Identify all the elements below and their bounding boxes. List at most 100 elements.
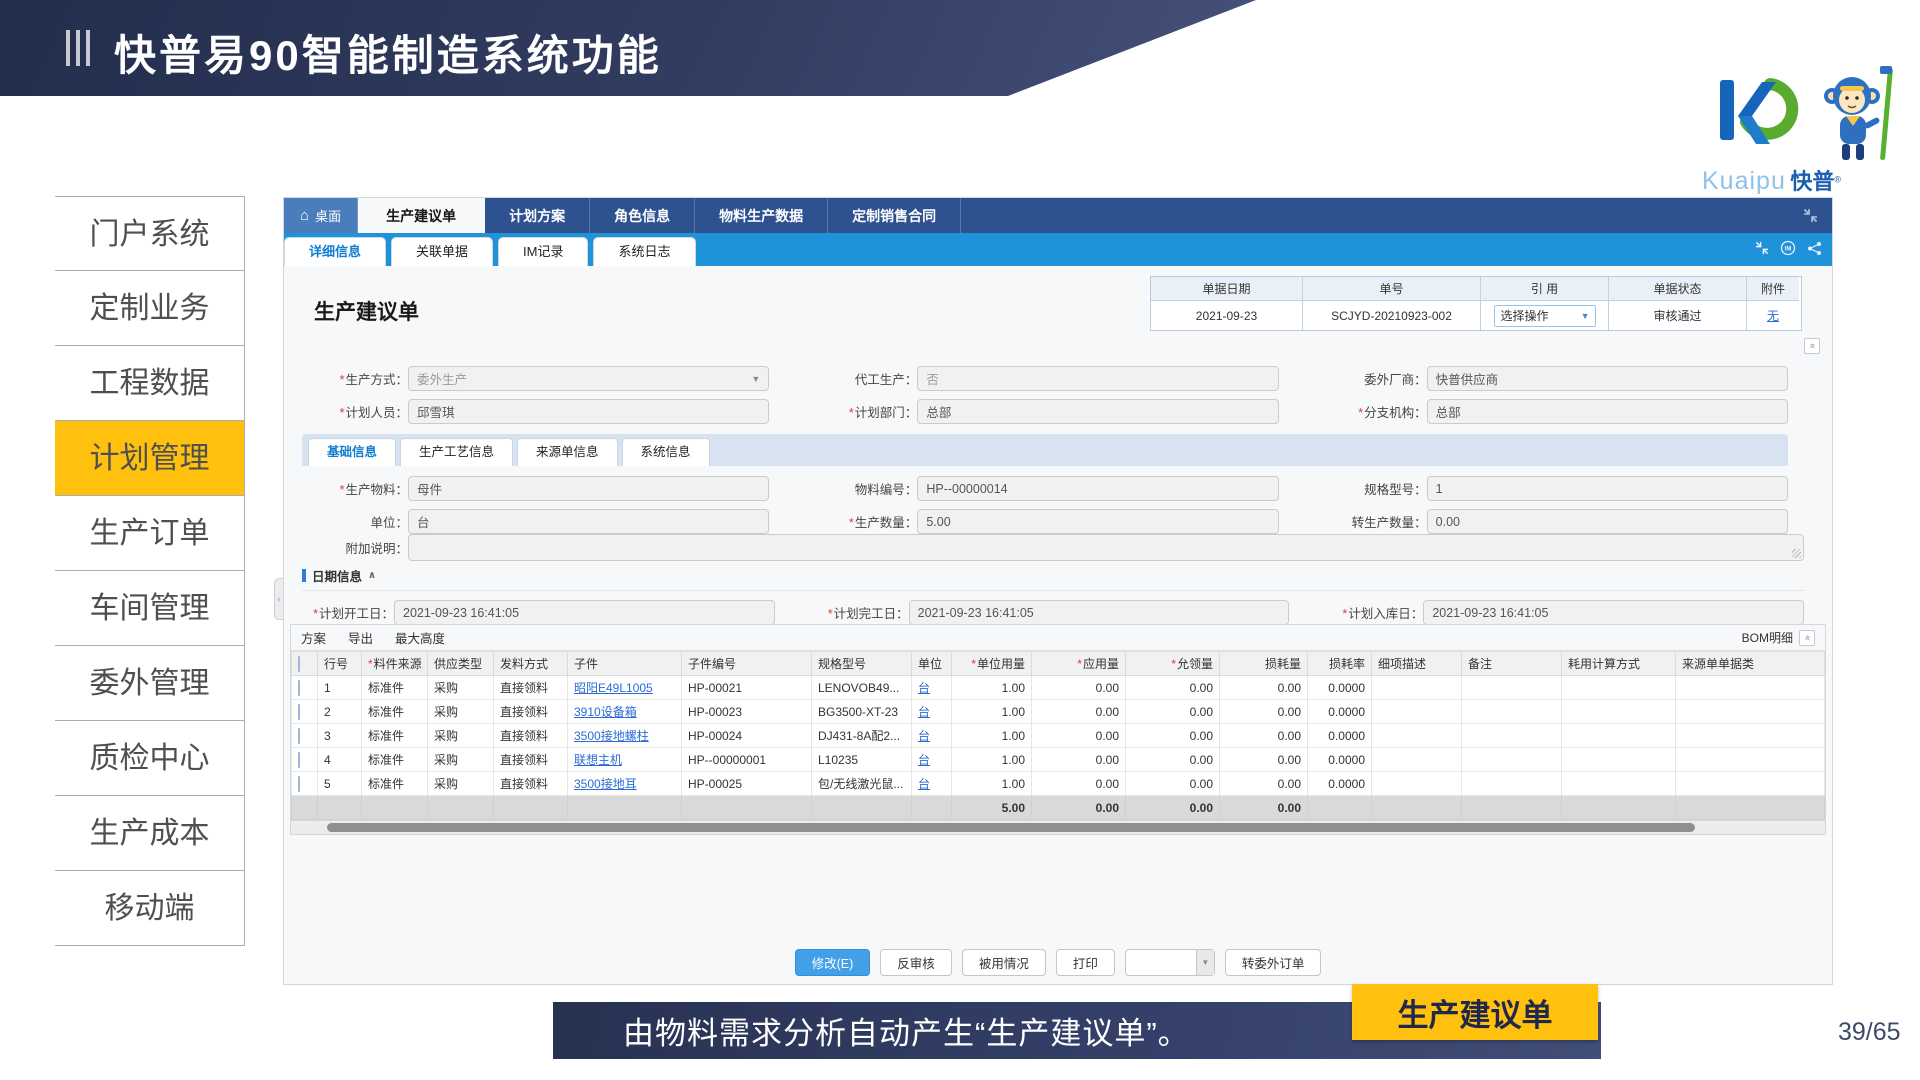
cell-part[interactable]: 3910设备箱 (568, 700, 682, 724)
cell-unit[interactable]: 台 (912, 724, 952, 748)
column-header[interactable]: 来源单单据类 (1676, 652, 1825, 676)
text-field[interactable]: 总部 (917, 399, 1278, 424)
sidebar-item[interactable]: 质检中心 (55, 721, 244, 796)
sidebar-item[interactable]: 委外管理 (55, 646, 244, 721)
main-tab[interactable]: 角色信息 (590, 198, 695, 233)
collapse-grid-icon[interactable]: « (1799, 630, 1815, 646)
column-header[interactable]: *允领量 (1126, 652, 1220, 676)
sidebar-item[interactable]: 移动端 (55, 871, 244, 946)
footer-button[interactable]: 修改(E) (795, 949, 871, 976)
footer-button[interactable]: 被用情况 (962, 949, 1046, 976)
column-header[interactable]: 单位 (912, 652, 952, 676)
chevron-up-icon[interactable]: ∧ (368, 570, 376, 581)
checkbox[interactable] (298, 752, 300, 768)
scrollbar-thumb[interactable] (327, 823, 1695, 832)
attachment-link[interactable]: 无 (1767, 307, 1779, 324)
column-header[interactable]: 耗用计算方式 (1562, 652, 1676, 676)
sub-tab[interactable]: 系统日志 (593, 237, 695, 266)
note-field[interactable] (408, 534, 1804, 561)
checkbox[interactable] (298, 704, 300, 720)
checkbox[interactable] (298, 656, 300, 672)
main-tab[interactable]: 生产建议单 (358, 198, 485, 233)
checkbox[interactable] (298, 680, 300, 696)
cell-unit[interactable]: 台 (912, 772, 952, 796)
sidebar-item[interactable]: 生产成本 (55, 796, 244, 871)
detail-tab[interactable]: 生产工艺信息 (400, 438, 513, 466)
text-field[interactable]: 母件 (408, 476, 769, 501)
sub-tab[interactable]: 详细信息 (284, 237, 386, 266)
table-row[interactable]: 4标准件采购直接领料联想主机HP--00000001L10235台1.000.0… (292, 748, 1825, 772)
column-header[interactable]: 子件编号 (682, 652, 812, 676)
text-field[interactable]: 5.00 (917, 509, 1278, 534)
detail-tab[interactable]: 基础信息 (308, 438, 396, 466)
sidebar-item[interactable]: 生产订单 (55, 496, 244, 571)
sidebar-item[interactable]: 车间管理 (55, 571, 244, 646)
detail-tab[interactable]: 来源单信息 (517, 438, 618, 466)
sub-tab[interactable]: 关联单据 (391, 237, 493, 266)
cell-part[interactable]: 联想主机 (568, 748, 682, 772)
checkbox[interactable] (298, 776, 300, 792)
text-field[interactable]: 台 (408, 509, 769, 534)
column-header[interactable]: 子件 (568, 652, 682, 676)
text-field[interactable]: 否 (917, 366, 1278, 391)
cell-part[interactable]: 3500接地耳 (568, 772, 682, 796)
text-field[interactable]: 邱雪琪 (408, 399, 769, 424)
column-header[interactable]: 行号 (318, 652, 362, 676)
text-field[interactable]: 1 (1427, 476, 1788, 501)
checkbox[interactable] (298, 728, 300, 744)
column-header[interactable]: *料件来源 (362, 652, 428, 676)
footer-dropdown[interactable]: ▼ (1125, 949, 1215, 976)
reference-select[interactable]: 选择操作▼ (1494, 305, 1596, 327)
toolbar-maxheight-button[interactable]: 最大高度 (395, 628, 445, 647)
im-chat-icon[interactable]: IM (1780, 240, 1796, 256)
text-field[interactable]: HP--00000014 (917, 476, 1278, 501)
table-row[interactable]: 5标准件采购直接领料3500接地耳HP-00025包/无线激光鼠...台1.00… (292, 772, 1825, 796)
share-icon[interactable] (1807, 241, 1822, 256)
sidebar-item[interactable]: 工程数据 (55, 346, 244, 421)
column-header[interactable]: 规格型号 (812, 652, 912, 676)
footer-button[interactable]: 打印 (1056, 949, 1115, 976)
text-field[interactable]: 总部 (1427, 399, 1788, 424)
select-field[interactable]: 委外生产▼ (408, 366, 769, 391)
cell-part[interactable]: 昭阳E49L1005 (568, 676, 682, 700)
text-field[interactable]: 2021-09-23 16:41:05 (394, 600, 775, 625)
column-header[interactable]: 损耗量 (1220, 652, 1308, 676)
text-field[interactable]: 2021-09-23 16:41:05 (1423, 600, 1804, 625)
horizontal-scrollbar[interactable] (291, 820, 1825, 834)
sidebar-item[interactable]: 门户系统 (55, 196, 244, 271)
sub-tab[interactable]: IM记录 (498, 237, 588, 266)
cell-unit[interactable]: 台 (912, 676, 952, 700)
date-section-header[interactable]: 日期信息 ∧ (302, 566, 1804, 591)
column-header[interactable]: 发料方式 (494, 652, 568, 676)
toolbar-plan-button[interactable]: 方案 (301, 628, 326, 647)
cell-unit[interactable]: 台 (912, 700, 952, 724)
table-row[interactable]: 1标准件采购直接领料昭阳E49L1005HP-00021LENOVOB49...… (292, 676, 1825, 700)
text-field[interactable]: 快普供应商 (1427, 366, 1788, 391)
footer-button[interactable]: 转委外订单 (1225, 949, 1322, 976)
text-field[interactable]: 2021-09-23 16:41:05 (909, 600, 1290, 625)
collapse-header-icon[interactable]: « (1804, 338, 1820, 354)
column-header[interactable]: *单位用量 (952, 652, 1032, 676)
cell-part[interactable]: 3500接地螺柱 (568, 724, 682, 748)
sidebar-item[interactable]: 定制业务 (55, 271, 244, 346)
sidebar-item[interactable]: 计划管理 (55, 421, 244, 496)
cell-unit[interactable]: 台 (912, 748, 952, 772)
column-header[interactable]: 供应类型 (428, 652, 494, 676)
collapse-panel-icon[interactable] (1755, 241, 1769, 255)
column-header[interactable]: *应用量 (1032, 652, 1126, 676)
table-row[interactable]: 3标准件采购直接领料3500接地螺柱HP-00024DJ431-8A配2...台… (292, 724, 1825, 748)
main-tab[interactable]: 物料生产数据 (695, 198, 828, 233)
panel-collapse-handle[interactable]: ‹ (274, 578, 283, 620)
main-tab[interactable]: ⌂桌面 (284, 198, 358, 233)
table-row[interactable]: 2标准件采购直接领料3910设备箱HP-00023BG3500-XT-23台1.… (292, 700, 1825, 724)
footer-button[interactable]: 反审核 (880, 949, 952, 976)
column-header[interactable]: 细项描述 (1372, 652, 1462, 676)
text-field[interactable]: 0.00 (1427, 509, 1788, 534)
column-header[interactable]: 损耗率 (1308, 652, 1372, 676)
main-tab[interactable]: 计划方案 (485, 198, 590, 233)
toolbar-export-button[interactable]: 导出 (348, 628, 373, 647)
main-tab[interactable]: 定制销售合同 (828, 198, 961, 233)
collapse-window-icon[interactable] (1803, 208, 1818, 223)
detail-tab[interactable]: 系统信息 (622, 438, 710, 466)
column-header[interactable]: 备注 (1462, 652, 1562, 676)
